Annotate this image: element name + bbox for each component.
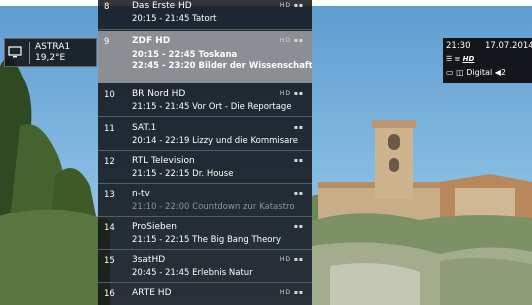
signal-icon: ☰ (446, 55, 453, 63)
channel-row-11[interactable]: 11 SAT.1 20:14 - 22:19 Lizzy und die Kom… (98, 118, 312, 151)
epg-icon: ≡ (454, 55, 461, 63)
satellite-info-panel: ASTRA1 19,2°E (4, 38, 97, 67)
clock-time: 21:30 (446, 41, 471, 51)
hd-badge-icon: HD ▪▪ (279, 289, 304, 296)
channel-list[interactable]: 8 Das Erste HD 20:15 - 21:45 Tatort HD ▪… (98, 0, 312, 305)
channel-name: n-tv (132, 189, 150, 199)
channel-number: 13 (104, 190, 115, 200)
channel-program: 21:15 - 21:45 Vor Ort - Die Reportage (132, 102, 292, 112)
channel-row-10[interactable]: 10 BR Nord HD 21:15 - 21:45 Vor Ort - Di… (98, 84, 312, 117)
channel-name: SAT.1 (132, 123, 157, 133)
channel-row-13[interactable]: 13 n-tv 21:10 - 22:00 Countdown zur Kata… (98, 184, 312, 217)
tv-set-icon (8, 46, 22, 58)
channel-number: 10 (104, 90, 115, 100)
channel-name: BR Nord HD (132, 89, 186, 99)
channel-number: 16 (104, 289, 115, 299)
status-icons: ☰ ≡ HD (446, 55, 474, 63)
audio-badge-icon: ▪▪ (293, 223, 304, 230)
channel-program: 21:15 - 22:15 The Big Bang Theory (132, 235, 282, 245)
channel-row-15[interactable]: 15 3satHD 20:45 - 21:45 Erlebnis Natur H… (98, 250, 312, 283)
channel-number: 12 (104, 157, 115, 167)
channel-row-12[interactable]: 12 RTL Television 21:15 - 22:15 Dr. Hous… (98, 151, 312, 184)
channel-row-8[interactable]: 8 Das Erste HD 20:15 - 21:45 Tatort HD ▪… (98, 0, 312, 30)
hd-badge-icon: HD ▪▪ (279, 90, 304, 97)
channel-program: 20:14 - 22:19 Lizzy und die Kommisare (132, 136, 298, 146)
channel-number: 14 (104, 223, 115, 233)
digital-label: Digital (466, 68, 493, 77)
channel-name: ARTE HD (132, 288, 172, 298)
channel-name: ProSieben (132, 222, 177, 232)
tv-icon: ▭ (446, 68, 454, 77)
channel-program: 21:15 - 22:15 Dr. House (132, 169, 234, 179)
channel-number: 11 (104, 124, 115, 134)
channel-program: 20:15 - 21:45 Tatort (132, 14, 217, 24)
channel-number: 8 (104, 2, 110, 12)
channel-row-9-selected[interactable]: 9 ZDF HD 20:15 - 22:45 Toskana 22:45 - 2… (98, 31, 312, 83)
channel-name: ZDF HD (132, 36, 171, 46)
hd-badge: HD (462, 55, 475, 63)
channel-name: 3satHD (132, 255, 166, 265)
audio-channel-count: 2 (500, 68, 506, 77)
date: 17.07.2014 (485, 41, 532, 51)
audio-badge-icon: ▪▪ (293, 190, 304, 197)
channel-program: 20:15 - 22:45 Toskana (132, 50, 238, 60)
hd-badge-icon: HD ▪▪ (279, 256, 304, 263)
hd-badge-icon: HD ▪▪ (279, 2, 304, 9)
audio-info-line: ▭ ◫ Digital ◀2 (446, 68, 506, 77)
channel-name: Das Erste HD (132, 1, 192, 11)
hd-badge-icon: HD ▪▪ (279, 37, 304, 44)
channel-program-next: 22:45 - 23:20 Bilder der Wissenschaft (132, 61, 312, 71)
channel-row-16[interactable]: 16 ARTE HD HD ▪▪ (98, 283, 312, 305)
channel-program: 20:45 - 21:45 Erlebnis Natur (132, 268, 253, 278)
divider (29, 42, 30, 64)
audio-badge-icon: ▪▪ (293, 157, 304, 164)
status-info-panel: 21:30 17.07.2014 ☰ ≡ HD ▭ ◫ Digital ◀2 (443, 38, 532, 83)
satellite-name: ASTRA1 (35, 42, 71, 52)
channel-program: 21:10 - 22:00 Countdown zur Katastro (132, 202, 295, 212)
channel-row-14[interactable]: 14 ProSieben 21:15 - 22:15 The Big Bang … (98, 217, 312, 250)
satellite-position: 19,2°E (35, 53, 66, 63)
audio-badge-icon: ▪▪ (293, 124, 304, 131)
dolby-icon: ◫ (456, 68, 464, 77)
channel-number: 9 (104, 37, 110, 47)
channel-number: 15 (104, 256, 115, 266)
tv-screen: ASTRA1 19,2°E 8 Das Erste HD 20:15 - 21:… (0, 0, 532, 305)
channel-name: RTL Television (132, 156, 195, 166)
